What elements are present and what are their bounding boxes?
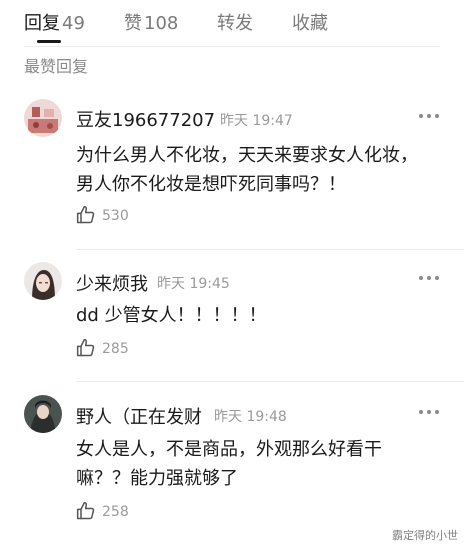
more-dots-icon[interactable] [418,111,440,121]
thumbs-up-icon [76,501,95,520]
tab-favorites-label: 收藏 [292,13,328,34]
tab-reposts-label: 转发 [217,13,253,34]
comment-text: dd 少管女人！！！！！ [76,305,267,326]
more-dots-icon[interactable] [418,273,440,283]
comment-divider [76,381,464,382]
tab-replies-label: 回复 [24,13,60,34]
avatar[interactable] [24,262,62,300]
like-count: 285 [102,341,129,357]
watermark: 霸定得的小世 [392,529,458,542]
avatar[interactable] [24,395,62,433]
thumbs-up-icon [76,338,95,357]
timestamp: 昨天 19:45 [157,276,230,292]
username[interactable]: 野人（正在发财 [76,403,202,429]
tab-replies[interactable]: 回复 49 [24,9,85,35]
tab-replies-count: 49 [62,13,85,34]
username[interactable]: 少来烦我 [76,270,148,296]
tab-likes-label: 赞 [124,13,142,34]
active-tab-indicator [37,40,61,43]
timestamp: 昨天 19:47 [220,113,293,129]
tab-likes-count: 108 [144,13,179,34]
tab-likes[interactable]: 赞 108 [124,9,178,35]
comment-text: 女人是人，不是商品，外观那么好看干嘛？？能力强就够了 [76,439,382,489]
more-dots-icon[interactable] [418,407,440,417]
section-title: 最赞回复 [24,57,89,76]
like-count: 530 [102,208,129,224]
like-count: 258 [102,504,129,520]
timestamp: 昨天 19:48 [214,409,287,425]
avatar[interactable] [24,99,62,137]
comment-text: 为什么男人不化妆，天天来要求女人化妆，男人你不化妆是想吓死同事吗？！ [76,145,418,195]
tab-bar: 回复 49 赞 108 转发 收藏 [0,0,464,44]
thumbs-up-icon [76,205,95,224]
username[interactable]: 豆友196677207 [76,106,215,132]
comment-divider [76,249,464,250]
tab-reposts[interactable]: 转发 [217,9,253,35]
tabs-divider [24,46,440,47]
tab-favorites[interactable]: 收藏 [292,9,328,35]
